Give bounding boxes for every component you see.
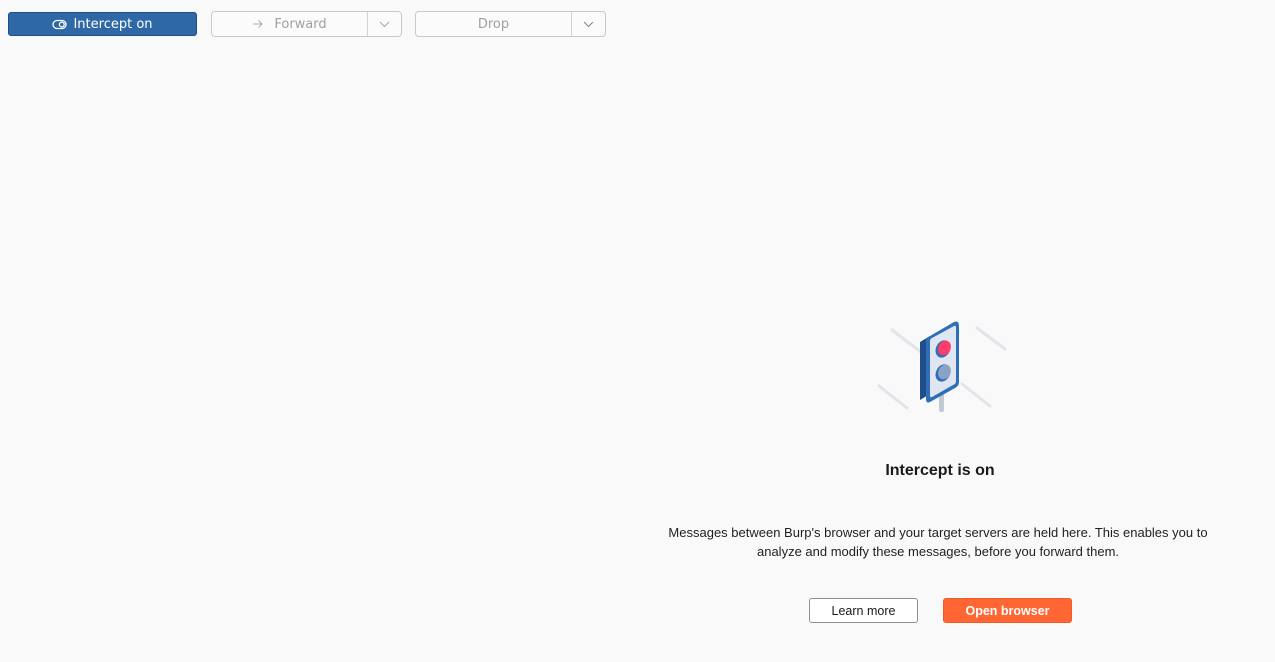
intercept-toggle-label: Intercept on <box>73 16 153 32</box>
forward-options-dropdown[interactable] <box>367 12 401 36</box>
forward-split-button: Forward <box>211 11 402 37</box>
drop-button-label: Drop <box>477 16 510 32</box>
drop-button[interactable]: Drop <box>416 12 571 36</box>
intercept-toggle-button[interactable]: Intercept on <box>8 12 197 36</box>
open-browser-button[interactable]: Open browser <box>943 598 1072 623</box>
description-line-2: analyze and modify these messages, befor… <box>756 544 1120 559</box>
chevron-down-icon <box>583 21 594 28</box>
forward-button[interactable]: Forward <box>212 12 367 36</box>
traffic-light-icon <box>870 318 1015 418</box>
empty-state-heading: Intercept is on <box>885 462 995 479</box>
description-line-1: Messages between Burp's browser and your… <box>668 525 1208 540</box>
intercept-toolbar: Intercept on Forward Drop <box>0 0 1275 48</box>
forward-button-label: Forward <box>274 16 327 32</box>
empty-state-description: Messages between Burp's browser and your… <box>628 523 1248 561</box>
drop-options-dropdown[interactable] <box>571 12 605 36</box>
drop-split-button: Drop <box>415 11 606 37</box>
toggle-icon <box>52 17 68 32</box>
learn-more-button[interactable]: Learn more <box>809 598 918 623</box>
arrow-right-icon <box>252 19 264 29</box>
proxy-intercept-panel: Intercept on Forward Drop Intercept is o… <box>0 0 1275 662</box>
chevron-down-icon <box>379 21 390 28</box>
